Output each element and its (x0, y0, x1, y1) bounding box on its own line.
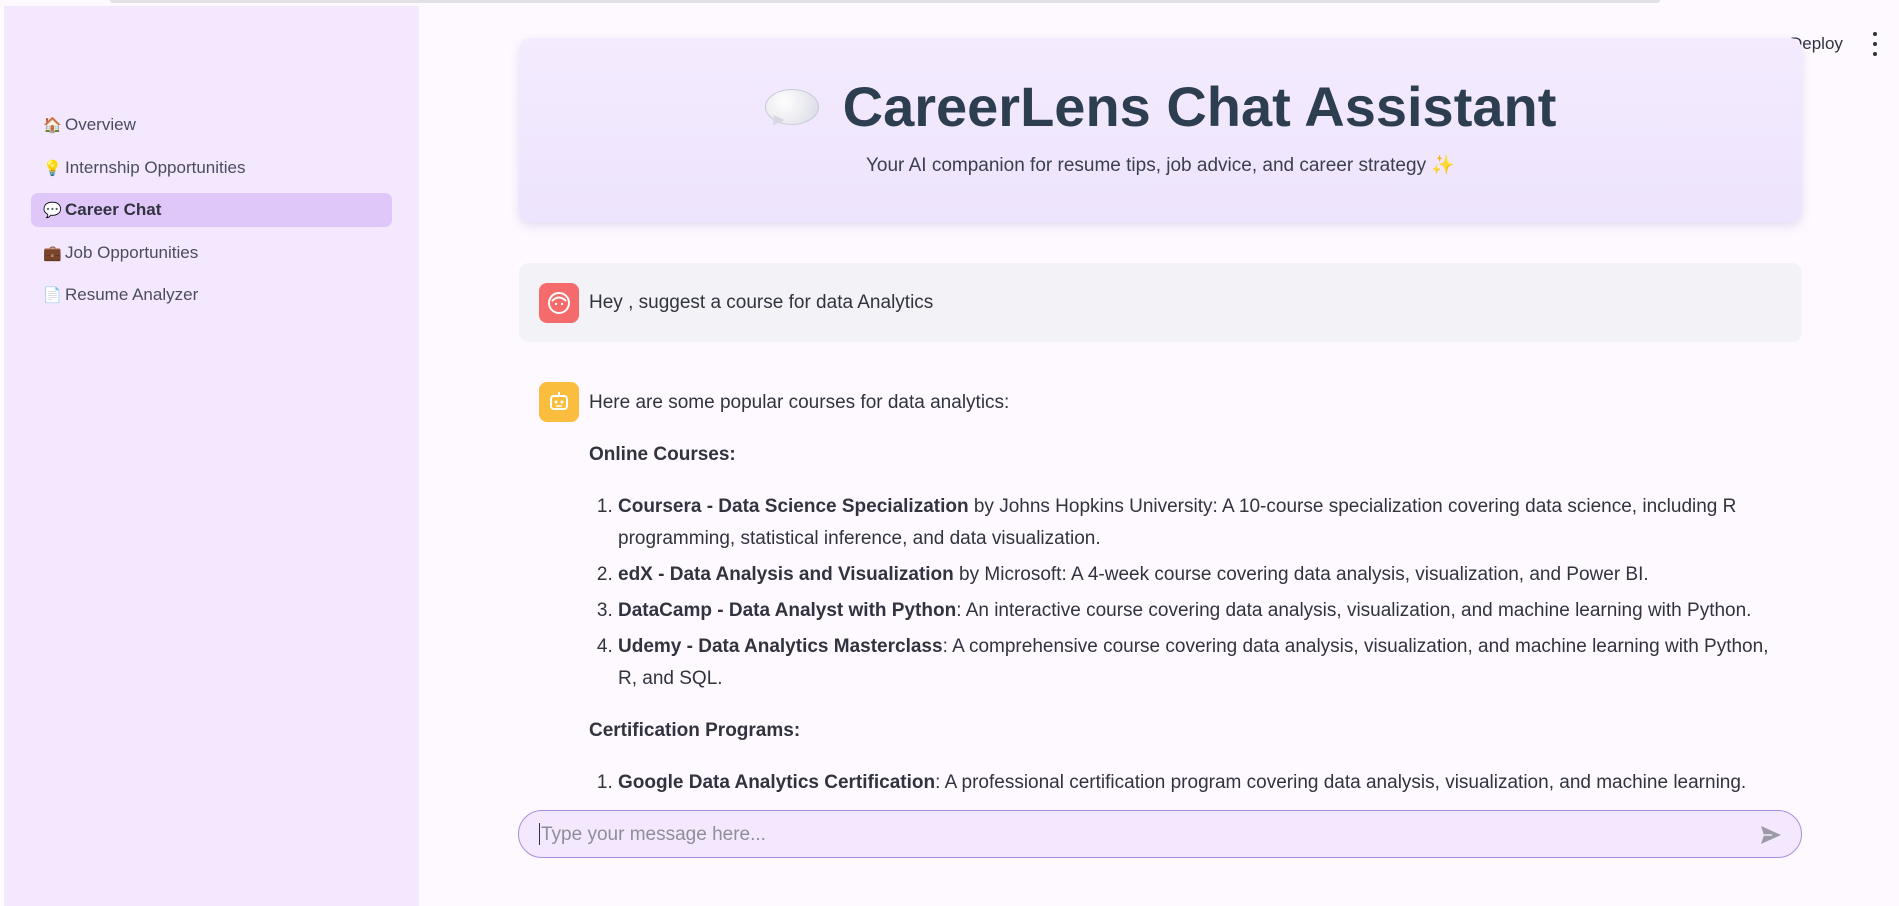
sidebar-item-career-chat[interactable]: 💬 Career Chat (31, 193, 392, 227)
sidebar: 🏠 Overview 💡 Internship Opportunities 💬 … (4, 6, 419, 906)
send-icon[interactable] (1759, 823, 1783, 847)
browser-top-edge (110, 0, 1660, 3)
document-icon: 📄 (43, 287, 62, 304)
main-menu-icon[interactable] (1868, 32, 1882, 56)
sidebar-item-overview[interactable]: 🏠 Overview (31, 108, 392, 142)
sidebar-item-job-opportunities[interactable]: 💼 Job Opportunities (31, 236, 392, 270)
robot-avatar-icon (539, 382, 579, 422)
list-item: DataCamp - Data Analyst with Python: An … (618, 595, 1789, 627)
list-item: Udemy - Data Analytics Masterclass: A co… (618, 631, 1789, 695)
certification-programs-heading: Certification Programs: (589, 720, 801, 741)
briefcase-icon: 💼 (43, 244, 62, 262)
sidebar-item-resume-analyzer[interactable]: 📄 Resume Analyzer (31, 278, 392, 312)
speech-bubble-icon: 💬 (43, 202, 62, 219)
user-message-text: Hey , suggest a course for data Analytic… (589, 292, 934, 313)
lightbulb-icon: 💡 (43, 159, 62, 177)
sidebar-nav: 🏠 Overview 💡 Internship Opportunities 💬 … (31, 108, 392, 321)
house-icon: 🏠 (43, 117, 62, 134)
sidebar-item-label: Overview (65, 115, 136, 134)
assistant-message-content: Here are some popular courses for data a… (589, 387, 1789, 803)
online-courses-heading: Online Courses: (589, 444, 736, 465)
assistant-intro: Here are some popular courses for data a… (589, 392, 1010, 413)
sidebar-item-internship-opportunities[interactable]: 💡 Internship Opportunities (31, 151, 392, 185)
user-avatar-icon (539, 283, 579, 323)
list-item: edX - Data Analysis and Visualization by… (618, 559, 1789, 591)
text-caret (539, 823, 540, 845)
online-courses-list: Coursera - Data Science Specialization b… (589, 491, 1789, 695)
user-message: Hey , suggest a course for data Analytic… (519, 263, 1802, 342)
sidebar-item-label: Internship Opportunities (65, 157, 246, 177)
sidebar-item-label: Resume Analyzer (65, 285, 199, 304)
page-subtitle: Your AI companion for resume tips, job a… (865, 155, 1456, 176)
sidebar-item-label: Job Opportunities (65, 242, 199, 262)
page-title-row: CareerLens Chat Assistant (519, 74, 1802, 139)
speech-bubble-icon (764, 87, 819, 129)
sidebar-item-label: Career Chat (65, 200, 162, 219)
list-item: Google Data Analytics Certification: A p… (618, 767, 1789, 799)
certification-programs-list: Google Data Analytics Certification: A p… (589, 767, 1789, 799)
header-card: CareerLens Chat Assistant Your AI compan… (519, 38, 1802, 222)
page-title: CareerLens Chat Assistant (842, 75, 1557, 138)
list-item: Coursera - Data Science Specialization b… (618, 491, 1789, 555)
chat-message-input[interactable] (539, 819, 1723, 851)
chat-input-container (518, 810, 1802, 858)
